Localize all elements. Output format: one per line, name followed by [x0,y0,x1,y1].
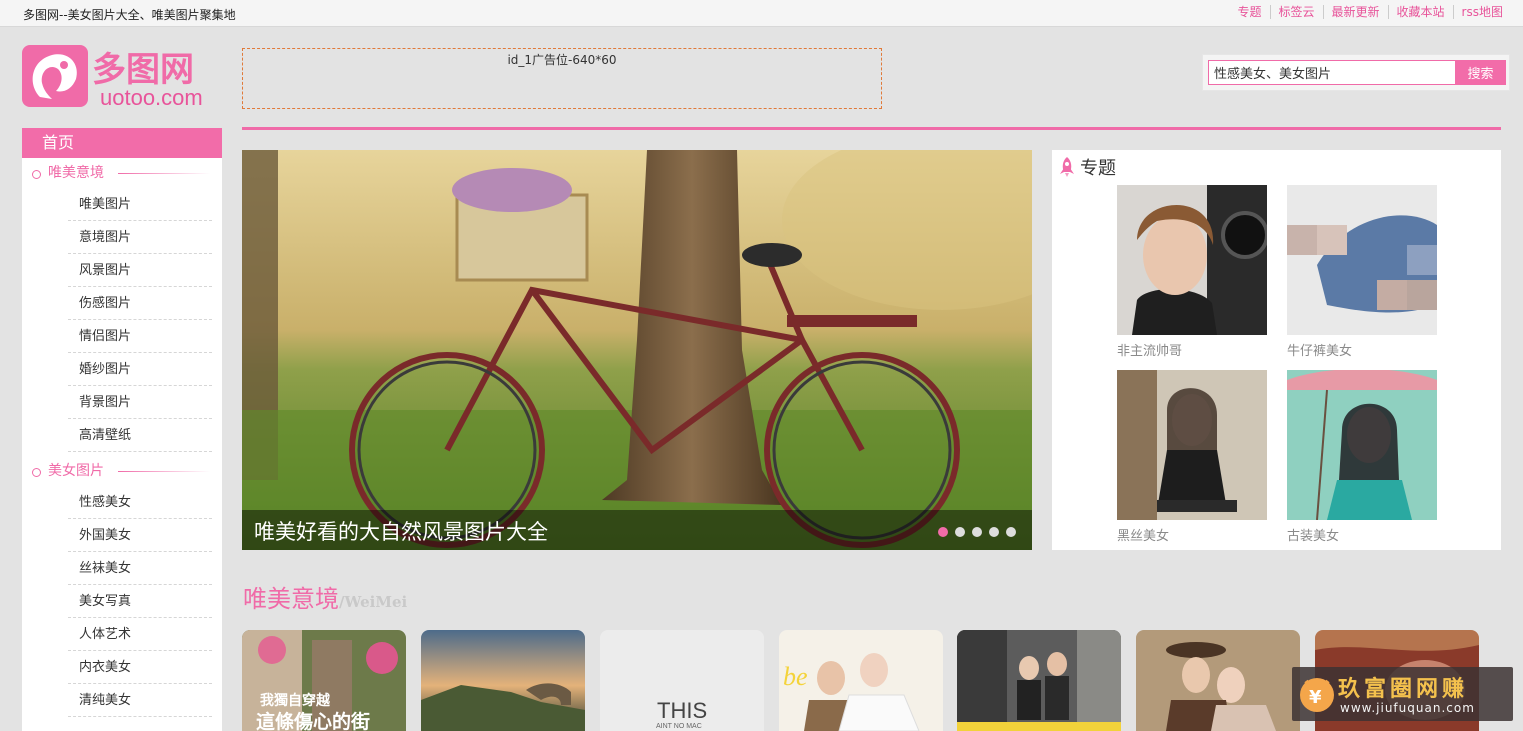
topic-label[interactable]: 非主流帅哥 [1117,340,1267,359]
thumb-image: THIS AINT NO MAC [600,630,764,731]
thumb-image [1136,630,1300,731]
watermark-overlay: ¥ 玖富圈网赚 www.jiufuquan.com [1292,667,1513,721]
sidebar-item[interactable]: 人体艺术 [68,618,212,651]
svg-text:be: be [783,662,808,691]
slider-dot[interactable] [955,527,965,537]
sidebar-category-meinv[interactable]: 美女图片 [22,456,222,486]
svg-text:AINT NO MAC: AINT NO MAC [656,723,702,730]
topic-card[interactable]: 黑丝美女 [1117,370,1267,544]
slider-dots [931,527,1016,537]
topic-card[interactable]: 非主流帅哥 [1117,185,1267,359]
thumb-image: be [779,630,943,731]
slider-dot[interactable] [989,527,999,537]
gallery-thumb[interactable] [421,630,585,731]
sidebar-category-weimei[interactable]: 唯美意境 [22,158,222,188]
toplink-latest[interactable]: 最新更新 [1322,5,1388,19]
hero-slider[interactable]: 唯美好看的大自然风景图片大全 [242,150,1032,550]
toplink-tag-cloud[interactable]: 标签云 [1269,5,1323,19]
topic-card[interactable]: 古装美女 [1287,370,1437,544]
slider-dot[interactable] [1006,527,1016,537]
sidebar-item[interactable]: 外国美女 [68,519,212,552]
sidebar-item[interactable]: 清纯美女 [68,684,212,717]
sidebar-item[interactable]: 唯美图片 [68,188,212,221]
search-input[interactable] [1208,60,1456,85]
slider-dot[interactable] [972,527,982,537]
site-title: 多图网--美女图片大全、唯美图片聚集地 [23,8,236,22]
section-heading: 唯美意境/WeiMei [243,579,407,614]
sidebar-item[interactable]: 背景图片 [68,386,212,419]
svg-text:¥: ¥ [1309,687,1322,708]
thumb-image: 我獨自穿越 這條傷心的街 [242,630,406,731]
sidebar-item[interactable]: 情侣图片 [68,320,212,353]
toplink-topics[interactable]: 专题 [1229,5,1269,19]
svg-text:這條傷心的街: 這條傷心的街 [256,710,370,731]
gallery-thumb[interactable] [957,630,1121,731]
svg-text:uotoo.com: uotoo.com [100,85,203,109]
toplink-bookmark[interactable]: 收藏本站 [1387,5,1453,19]
search-box: 搜索 [1202,54,1510,91]
svg-text:我獨自穿越: 我獨自穿越 [260,692,331,709]
search-button[interactable]: 搜索 [1455,60,1506,85]
topic-label[interactable]: 古装美女 [1287,525,1437,544]
sidebar: 首页 唯美意境 唯美图片 意境图片 风景图片 伤感图片 情侣图片 婚纱图片 背景… [22,128,222,731]
gallery-thumb[interactable]: be [779,630,943,731]
badge-icon: ¥ [1300,678,1334,712]
topic-label[interactable]: 牛仔裤美女 [1287,340,1437,359]
topic-thumbnail [1287,185,1437,335]
topics-title: 专题 [1080,158,1116,179]
rocket-icon [1060,157,1074,177]
watermark-url: www.jiufuquan.com [1340,701,1475,715]
slider-dot[interactable] [938,527,948,537]
sidebar-item[interactable]: 婚纱图片 [68,353,212,386]
sidebar-item[interactable]: 内衣美女 [68,651,212,684]
sidebar-item[interactable]: 美女写真 [68,585,212,618]
sidebar-item[interactable]: 性感美女 [68,486,212,519]
slide-caption-text: 唯美好看的大自然风景图片大全 [254,520,548,544]
topic-thumbnail [1117,370,1267,520]
watermark-text: 玖富圈网赚 [1338,677,1469,702]
svg-text:THIS: THIS [657,698,707,723]
site-logo[interactable]: 多图网 uotoo.com [22,45,224,110]
ad-banner[interactable]: id_1广告位-640*60 [242,48,882,109]
slide-caption: 唯美好看的大自然风景图片大全 [242,510,1032,550]
topic-thumbnail [1117,185,1267,335]
sidebar-home[interactable]: 首页 [22,128,222,158]
header-divider [242,127,1501,130]
sidebar-item[interactable]: 高清壁纸 [68,419,212,452]
topics-panel: 专题 非主流帅哥 牛仔裤美女 黑丝美女 古装美女 [1052,150,1501,550]
topic-card[interactable]: 牛仔裤美女 [1287,185,1437,359]
logo-graphic: 多图网 uotoo.com [22,45,203,110]
section-subtitle: /WeiMei [339,593,408,611]
sidebar-item[interactable]: 丝袜美女 [68,552,212,585]
toplink-rss[interactable]: rss地图 [1452,5,1511,19]
thumb-image [957,630,1121,731]
gallery-thumb[interactable] [1136,630,1300,731]
top-links: 专题 标签云 最新更新 收藏本站 rss地图 [1229,5,1511,19]
section-title: 唯美意境 [243,585,339,613]
svg-text:多图网: 多图网 [92,50,194,90]
ad-label: id_1广告位-640*60 [507,53,617,67]
topic-thumbnail [1287,370,1437,520]
gallery-thumb[interactable]: 我獨自穿越 這條傷心的街 [242,630,406,731]
sidebar-item[interactable]: 伤感图片 [68,287,212,320]
topics-header: 专题 [1058,154,1116,180]
top-bar: 多图网--美女图片大全、唯美图片聚集地 专题 标签云 最新更新 收藏本站 rss… [0,0,1523,27]
sidebar-item[interactable]: 风景图片 [68,254,212,287]
slide-image [242,150,1032,550]
sidebar-item[interactable]: 意境图片 [68,221,212,254]
thumb-image [421,630,585,731]
topic-label[interactable]: 黑丝美女 [1117,525,1267,544]
gallery-thumb[interactable]: THIS AINT NO MAC [600,630,764,731]
